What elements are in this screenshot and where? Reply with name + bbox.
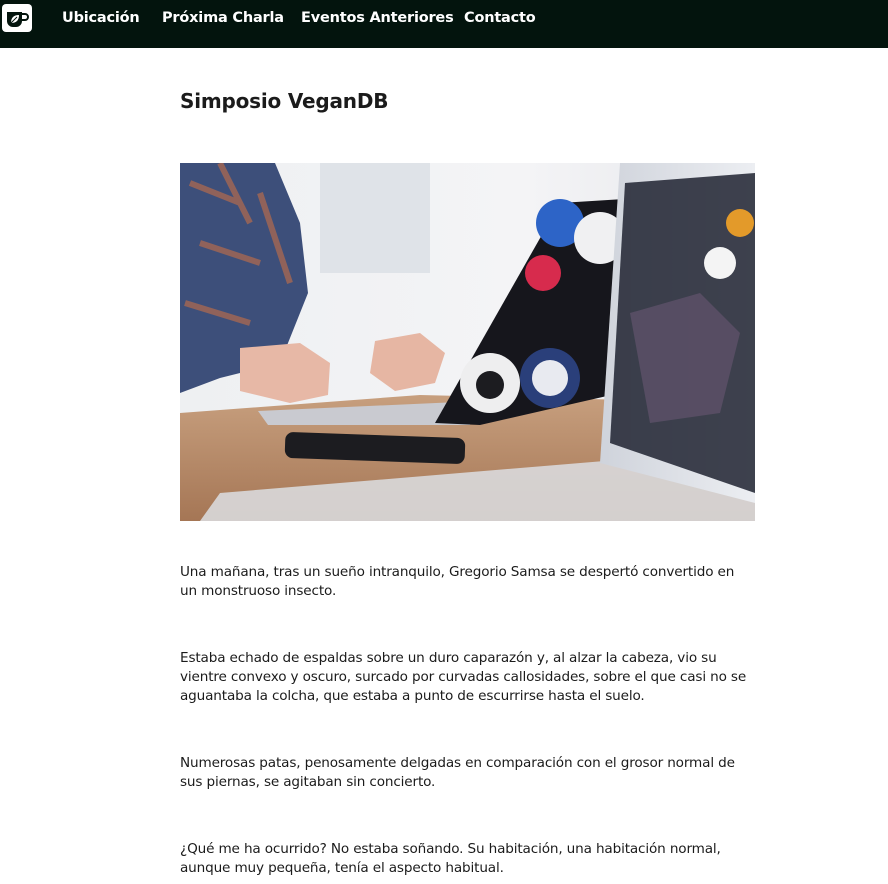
nav-link-ubicacion[interactable]: Ubicación (62, 10, 140, 26)
hero-image (180, 163, 755, 521)
page-title: Simposio VeganDB (180, 89, 389, 113)
nav-link-contacto[interactable]: Contacto (464, 10, 536, 26)
nav-link-proxima-charla[interactable]: Próxima Charla (162, 10, 284, 26)
coffee-cup-leaf-icon[interactable] (2, 4, 32, 32)
nav-link-eventos-anteriores[interactable]: Eventos Anteriores (301, 10, 454, 26)
paragraph: Estaba echado de espaldas sobre un duro … (180, 650, 747, 704)
paragraph: Numerosas patas, penosamente delgadas en… (180, 755, 735, 790)
top-navbar: Ubicación Próxima Charla Eventos Anterio… (0, 0, 888, 48)
paragraph: ¿Qué me ha ocurrido? No estaba soñando. … (180, 841, 721, 876)
paragraph: Una mañana, tras un sueño intranquilo, G… (180, 564, 735, 599)
